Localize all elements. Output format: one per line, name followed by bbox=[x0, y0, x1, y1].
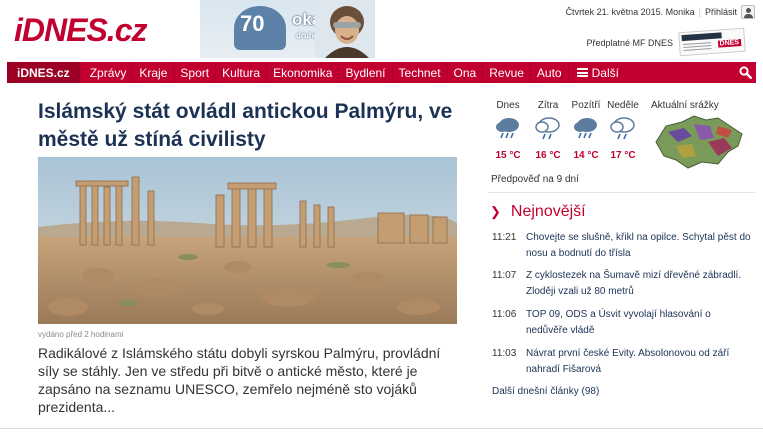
news-time: 11:03 bbox=[492, 348, 517, 359]
bottom-divider bbox=[0, 428, 763, 429]
radar-map-image[interactable] bbox=[648, 112, 748, 172]
nav-item-sport[interactable]: Sport bbox=[174, 62, 217, 83]
shower-cloud-icon bbox=[535, 117, 560, 140]
weather-day-temp: 15 °C bbox=[495, 150, 521, 161]
user-icon[interactable] bbox=[741, 5, 755, 19]
nav-item-zpravy[interactable]: Zprávy bbox=[80, 62, 134, 83]
banner-number: 70 bbox=[240, 11, 265, 36]
news-text[interactable]: TOP 09, ODS a Úsvit vyvolají hlasování o… bbox=[526, 307, 754, 339]
nav-brand[interactable]: iDNES.cz bbox=[7, 62, 80, 83]
newspaper-lines bbox=[683, 42, 712, 46]
palmyra-ruins-image bbox=[38, 157, 457, 324]
news-text[interactable]: Chovejte se slušně, křikl na opilce. Sch… bbox=[526, 230, 754, 262]
menu-icon bbox=[576, 68, 588, 77]
nav-item-bydleni[interactable]: Bydlení bbox=[339, 62, 393, 83]
latest-title: Nejnovější bbox=[510, 203, 586, 220]
weather-day-today[interactable]: Dnes 15 °C bbox=[488, 100, 528, 161]
article-headline[interactable]: Islámský stát ovládl antickou Palmýru, v… bbox=[38, 98, 458, 154]
latest-header[interactable]: ❯ Nejnovější bbox=[490, 203, 586, 221]
nav-more-button[interactable]: Další bbox=[569, 66, 627, 80]
chevron-right-icon: ❯ bbox=[490, 204, 501, 219]
weather-day-name: Zítra bbox=[537, 100, 559, 111]
nav-item-kultura[interactable]: Kultura bbox=[216, 62, 268, 83]
forecast-link[interactable]: Předpověď na 9 dní bbox=[491, 174, 579, 185]
more-articles-link[interactable]: Další dnešní články (98) bbox=[492, 386, 599, 397]
weather-divider bbox=[488, 192, 755, 193]
list-item[interactable]: 11:21 Chovejte se slušně, křikl na opilc… bbox=[492, 230, 754, 262]
user-bar: Čtvrtek 21. května 2015. Monika | Přihlá… bbox=[566, 5, 755, 19]
article-perex[interactable]: Radikálové z Islámského státu dobyli syr… bbox=[38, 344, 458, 416]
radar-label[interactable]: Aktuální srážky bbox=[651, 100, 719, 111]
weather-day-name: Pozítří bbox=[571, 100, 601, 111]
weather-day-temp: 17 °C bbox=[610, 150, 636, 161]
newspaper-label: DNES bbox=[717, 38, 742, 48]
nav-item-revue[interactable]: Revue bbox=[483, 62, 531, 83]
pilot-portrait-image bbox=[315, 0, 375, 58]
news-text[interactable]: Návrat první české Evity. Absolonovou od… bbox=[526, 346, 754, 378]
news-text[interactable]: Z cyklostezek na Šumavě mizí dřevěné záb… bbox=[526, 268, 754, 300]
nav-item-ekonomika[interactable]: Ekonomika bbox=[267, 62, 340, 83]
weather-day-name: Neděle bbox=[607, 100, 639, 111]
date-user-text: Čtvrtek 21. května 2015. Monika bbox=[565, 7, 695, 17]
search-icon bbox=[738, 66, 752, 79]
weather-day-name: Dnes bbox=[496, 100, 520, 111]
weather-day-temp: 16 °C bbox=[535, 150, 561, 161]
weather-day-sunday[interactable]: Neděle 17 °C bbox=[603, 100, 643, 161]
separator: | bbox=[698, 7, 701, 17]
news-time: 11:21 bbox=[492, 232, 517, 243]
nav-item-auto[interactable]: Auto bbox=[531, 62, 569, 83]
rain-cloud-icon bbox=[496, 118, 519, 139]
shower-cloud-icon bbox=[610, 117, 635, 140]
weather-day-temp: 14 °C bbox=[573, 150, 599, 161]
rain-cloud-icon bbox=[574, 118, 597, 139]
news-time: 11:06 bbox=[492, 309, 517, 320]
newspaper-thumbnail[interactable]: DNES bbox=[678, 27, 746, 57]
newspaper-masthead bbox=[681, 32, 722, 42]
promo-banner[interactable]: 70 okamžiků druhé světové války bbox=[200, 0, 375, 58]
nav-more-label: Další bbox=[591, 65, 619, 80]
news-time: 11:07 bbox=[492, 270, 517, 281]
weather-day-tomorrow[interactable]: Zítra 16 °C bbox=[528, 100, 568, 161]
list-item[interactable]: 11:06 TOP 09, ODS a Úsvit vyvolají hlaso… bbox=[492, 307, 754, 339]
site-logo[interactable]: iDNES.cz bbox=[14, 12, 147, 49]
search-button[interactable] bbox=[734, 62, 756, 83]
nav-item-technet[interactable]: Technet bbox=[393, 62, 448, 83]
list-item[interactable]: 11:03 Návrat první české Evity. Absolono… bbox=[492, 346, 754, 378]
nav-item-kraje[interactable]: Kraje bbox=[133, 62, 175, 83]
nav-item-ona[interactable]: Ona bbox=[448, 62, 484, 83]
main-nav: iDNES.cz Zprávy Kraje Sport Kultura Ekon… bbox=[7, 62, 756, 83]
article-photo[interactable] bbox=[38, 157, 457, 324]
login-link[interactable]: Přihlásit bbox=[705, 7, 737, 17]
weather-day-after-tomorrow[interactable]: Pozítří 14 °C bbox=[566, 100, 606, 161]
list-item[interactable]: 11:07 Z cyklostezek na Šumavě mizí dřevě… bbox=[492, 268, 754, 300]
subscribe-link[interactable]: Předplatné MF DNES bbox=[586, 38, 673, 48]
published-time: vydáno před 2 hodinami bbox=[38, 330, 124, 339]
